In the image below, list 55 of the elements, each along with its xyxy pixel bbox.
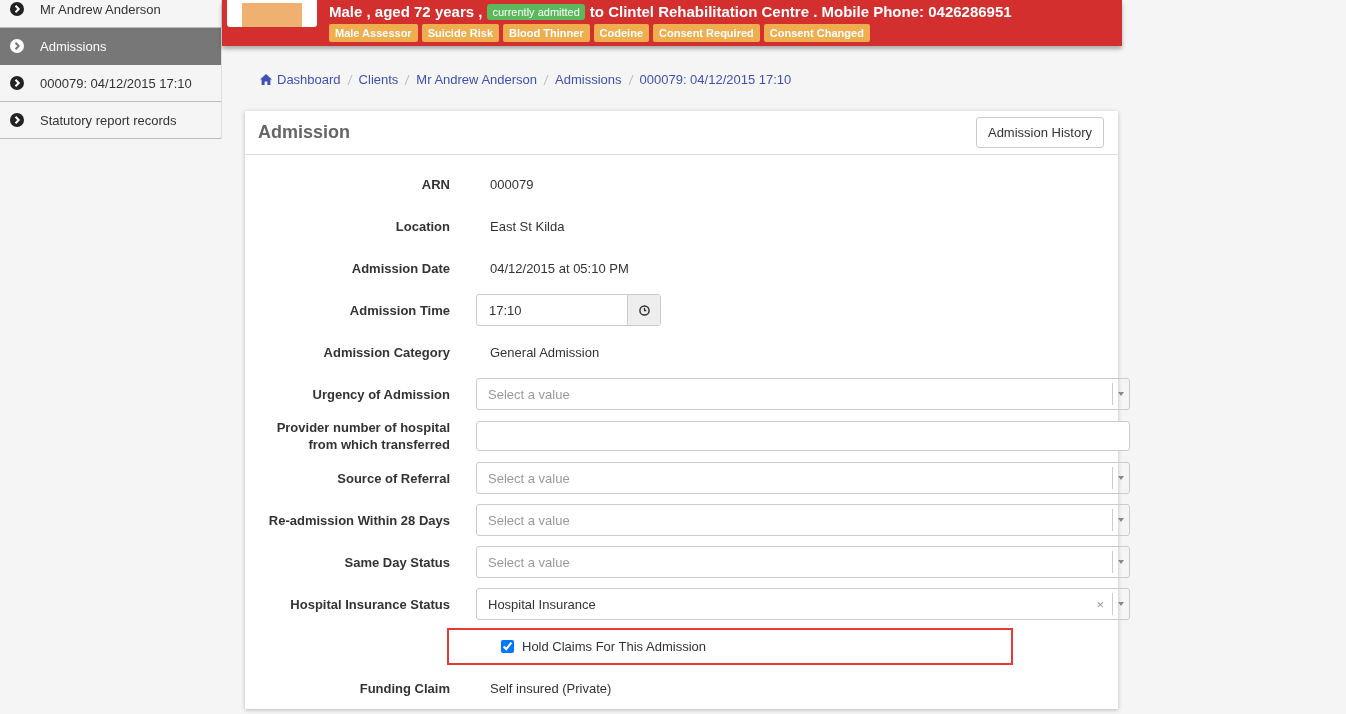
field-value: East St Kilda: [489, 218, 566, 234]
patient-summary: Male , aged 72 years ,: [329, 3, 483, 20]
field-label: Provider number of hospital from which transferred: [275, 419, 450, 453]
chevron-circle-icon: [10, 76, 24, 90]
home-icon: [260, 74, 272, 85]
field-label: Re-admission Within 28 Days: [267, 511, 450, 529]
field-value: 04/12/2015 at 05:10 PM: [489, 260, 630, 276]
caret-icon: [1118, 602, 1124, 606]
caret-icon: [1118, 560, 1124, 564]
alert-tag: Suicide Risk: [421, 24, 500, 42]
status-badge: currently admitted: [487, 3, 585, 20]
field-value: Self insured (Private): [489, 680, 613, 696]
sidebar-item[interactable]: 000079: 04/12/2015 17:10: [0, 65, 221, 102]
field-label: Urgency of Admission: [311, 385, 450, 403]
breadcrumb-link[interactable]: Mr Andrew Anderson: [416, 72, 538, 87]
field-label: Admission Date: [350, 259, 450, 277]
field-label: Hospital Insurance Status: [289, 595, 450, 613]
field-label: Funding Claim: [358, 679, 450, 697]
slash-separator-icon: [543, 73, 550, 86]
slash-separator-icon: [627, 73, 634, 86]
checkbox[interactable]: [501, 639, 514, 653]
alert-tag: Consent Required: [653, 24, 760, 42]
card-title: Admission: [258, 122, 350, 143]
checkbox-label: Hold Claims For This Admission: [522, 638, 706, 654]
input-field[interactable]: [476, 421, 1130, 451]
breadcrumb-link[interactable]: Admissions: [555, 72, 622, 87]
clock-icon[interactable]: [638, 304, 650, 316]
slash-separator-icon: [346, 73, 353, 86]
field-label: Admission Category: [322, 343, 450, 361]
alert-tag: Male Assessor: [329, 24, 418, 42]
caret-icon: [1118, 392, 1124, 396]
breadcrumb-link[interactable]: Dashboard: [260, 72, 341, 87]
alert-tag: Codeine: [593, 24, 649, 42]
chevron-circle-icon: [10, 113, 24, 127]
alert-tag: Blood Thinner: [503, 24, 590, 42]
patient-summary: to Clintel Rehabilitation Centre . Mobile Phone: 0426286951: [589, 3, 1012, 20]
select-field[interactable]: Hospital Insurance ×: [476, 588, 1130, 620]
field-label: Admission Time: [348, 301, 450, 319]
caret-icon: [1118, 518, 1124, 522]
field-label: Source of Referral: [336, 469, 450, 487]
alert-tag: Consent Changed: [763, 24, 870, 42]
breadcrumb-link[interactable]: Clients: [358, 72, 399, 87]
breadcrumb-link[interactable]: 000079: 04/12/2015 17:10: [639, 72, 792, 87]
field-label: ARN: [420, 175, 450, 193]
field-label: Same Day Status: [343, 553, 450, 571]
caret-icon: [1118, 476, 1124, 480]
field-value: 000079: [489, 176, 535, 192]
time-field[interactable]: 17:10: [476, 294, 661, 326]
chevron-circle-icon: [10, 39, 24, 53]
sidebar-item[interactable]: Statutory report records: [0, 102, 221, 139]
slash-separator-icon: [404, 73, 411, 86]
sidebar-item[interactable]: Admissions: [0, 28, 221, 65]
history-button[interactable]: Admission History: [975, 117, 1104, 148]
field-label: Location: [394, 217, 450, 235]
field-value: General Admission: [489, 344, 601, 360]
